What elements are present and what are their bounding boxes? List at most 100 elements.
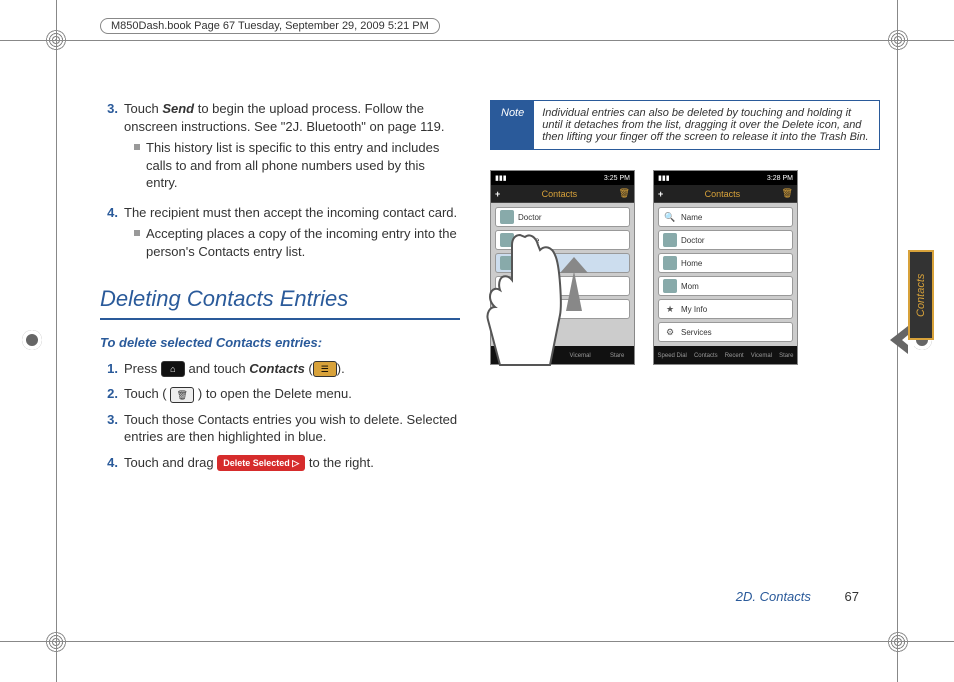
delete-selected-button-icon: Delete Selected xyxy=(217,455,305,471)
ui-term-contacts: Contacts xyxy=(249,361,305,376)
contact-name: ervices xyxy=(500,305,525,314)
tab-label: Contacts xyxy=(694,353,718,359)
section-rule xyxy=(100,318,460,320)
phone-title: Contacts xyxy=(705,189,741,199)
contact-name: Doctor xyxy=(681,236,705,245)
step-text: to the right. xyxy=(309,455,374,470)
page-content: 3. Touch Send to begin the upload proces… xyxy=(100,100,898,612)
tab-label: Stare xyxy=(610,353,624,359)
sub-heading: To delete selected Contacts entries: xyxy=(100,334,460,352)
page-number: 67 xyxy=(845,589,859,604)
list-item: 2. Touch ( 🗑 ) to open the Delete menu. xyxy=(100,385,460,403)
phone-mock-drag: ▮▮▮ 3:25 PM + Contacts 🗑 Doctor Home Mom… xyxy=(490,170,635,365)
list-item: ★ My Info xyxy=(658,299,793,319)
side-registration-icon xyxy=(22,330,42,350)
step-text: ( xyxy=(305,361,313,376)
bullet-text: This history list is specific to this en… xyxy=(146,139,460,192)
ui-term-send: Send xyxy=(162,101,194,116)
step-text: and touch xyxy=(188,361,249,376)
running-head: M850Dash.book Page 67 Tuesday, September… xyxy=(100,18,440,34)
avatar-icon xyxy=(500,256,514,270)
step-text: Touch xyxy=(124,101,162,116)
crop-mark-bottom xyxy=(0,641,954,642)
list-item: Doctor xyxy=(658,230,793,250)
crop-mark-left xyxy=(56,0,57,682)
list-item: Doctor xyxy=(495,207,630,227)
list-item: fo xyxy=(495,276,630,296)
phone-header: + Contacts 🗑 xyxy=(491,185,634,203)
avatar-icon xyxy=(500,233,514,247)
phone-mock-list: ▮▮▮ 3:28 PM + Contacts 🗑 🔍Name Doctor Ho… xyxy=(653,170,798,365)
thumb-tab-contacts: Contacts xyxy=(908,250,934,340)
section-heading: Deleting Contacts Entries xyxy=(100,284,460,314)
list-item: Home xyxy=(495,230,630,250)
step-number: 1. xyxy=(100,360,118,378)
bullet-text: Accepting places a copy of the incoming … xyxy=(146,225,460,260)
list-item: ⚙Services xyxy=(658,322,793,342)
add-icon: + xyxy=(658,189,663,199)
registration-mark-icon xyxy=(46,632,66,652)
contact-name: Doctor xyxy=(518,213,542,222)
note-text: Individual entries can also be deleted b… xyxy=(534,101,879,149)
square-bullet-icon xyxy=(134,230,140,236)
search-icon: 🔍 xyxy=(663,210,677,224)
tab-label: atch xyxy=(501,353,512,359)
list-item: 🔍 Name xyxy=(658,207,793,227)
add-icon: + xyxy=(495,189,500,199)
phone-header: + Contacts 🗑 xyxy=(654,185,797,203)
avatar-icon xyxy=(663,256,677,270)
tab-label: Speed Dial xyxy=(658,353,687,359)
contact-name: Mom xyxy=(518,259,536,268)
square-bullet-icon xyxy=(134,144,140,150)
avatar-icon xyxy=(663,233,677,247)
list-item: 3. Touch Send to begin the upload proces… xyxy=(100,100,460,196)
trash-icon: 🗑 xyxy=(170,387,194,403)
step-number: 4. xyxy=(100,204,118,265)
star-icon: ★ xyxy=(663,302,677,316)
contact-name: Mom xyxy=(681,282,699,291)
step-text: Touch those Contacts entries you wish to… xyxy=(124,411,460,446)
crop-mark-top xyxy=(0,40,954,41)
trash-icon: 🗑 xyxy=(619,188,630,199)
left-column: 3. Touch Send to begin the upload proces… xyxy=(100,100,460,612)
avatar-icon xyxy=(500,210,514,224)
list-item: Mom xyxy=(658,276,793,296)
step-number: 3. xyxy=(100,411,118,446)
list-item: 1. Press ⌂ and touch Contacts (☰). xyxy=(100,360,460,378)
page-footer: 2D. Contacts 67 xyxy=(736,589,859,604)
step-text: The recipient must then accept the incom… xyxy=(124,205,457,220)
phone-tab-bar: Speed Dial Contacts Recent Vicemal Stare xyxy=(654,346,797,365)
list-item: ervices xyxy=(495,299,630,319)
right-column: Note Individual entries can also be dele… xyxy=(490,100,898,612)
list-item: 3. Touch those Contacts entries you wish… xyxy=(100,411,460,446)
note-box: Note Individual entries can also be dele… xyxy=(490,100,880,150)
step-text: Press xyxy=(124,361,161,376)
phone-title: Contacts xyxy=(542,189,578,199)
step-text: ). xyxy=(337,361,345,376)
registration-mark-icon xyxy=(888,632,908,652)
step-number: 4. xyxy=(100,454,118,472)
gear-icon: ⚙ xyxy=(663,325,677,339)
phone-illustrations: ▮▮▮ 3:25 PM + Contacts 🗑 Doctor Home Mom… xyxy=(490,170,898,365)
step-text: Touch and drag xyxy=(124,455,217,470)
phone-clock: 3:28 PM xyxy=(767,175,793,182)
phone-tab-bar: atch Recent Vicemal Stare xyxy=(491,346,634,365)
list-item: Home xyxy=(658,253,793,273)
step-number: 2. xyxy=(100,385,118,403)
phone-contact-list: 🔍 Name Doctor Home Mom ★ My Info ⚙Services xyxy=(654,203,797,346)
phone-clock: 3:25 PM xyxy=(604,175,630,182)
sub-bullet: Accepting places a copy of the incoming … xyxy=(134,225,460,260)
list-item: 4. Touch and drag Delete Selected to the… xyxy=(100,454,460,472)
list-item: 4. The recipient must then accept the in… xyxy=(100,204,460,265)
drag-arrow-icon xyxy=(566,271,582,311)
sub-bullet: This history list is specific to this en… xyxy=(134,139,460,192)
contact-name: Name xyxy=(681,213,702,222)
step-text: ) to open the Delete menu. xyxy=(198,386,352,401)
signal-icon: ▮▮▮ xyxy=(495,174,507,182)
tab-label: Stare xyxy=(779,353,793,359)
registration-mark-icon xyxy=(888,30,908,50)
tab-label: Vicemal xyxy=(570,353,591,359)
contacts-icon: ☰ xyxy=(313,361,337,377)
phone-contact-list: Doctor Home Mom fo ervices xyxy=(491,203,634,346)
contact-name: My Info xyxy=(681,305,707,314)
